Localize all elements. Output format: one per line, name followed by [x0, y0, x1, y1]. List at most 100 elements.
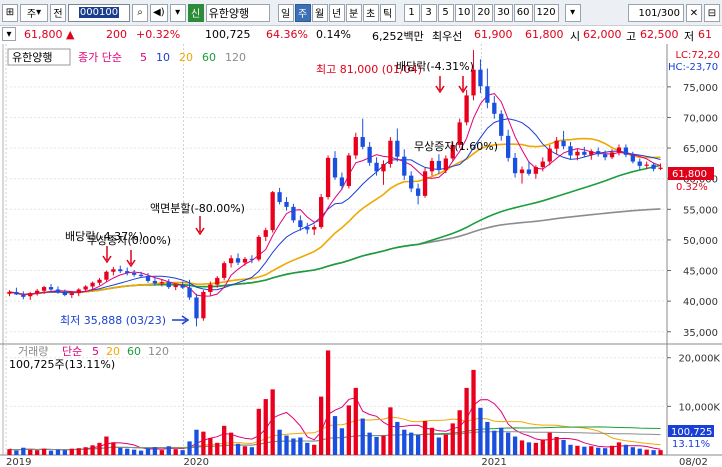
candle-body	[540, 161, 545, 168]
speaker-icon[interactable]: ◀)	[150, 3, 168, 22]
legend-ma-period: 120	[225, 51, 246, 64]
candle-body	[658, 167, 663, 169]
volume-value-text: 100,725주(13.11%)	[9, 358, 115, 371]
zoom-in-icon[interactable]: ✕	[686, 4, 702, 22]
jeon-button[interactable]: 전	[50, 3, 66, 22]
interval-dropdown[interactable]: ▾	[564, 3, 581, 22]
search-icon[interactable]: ⌕	[132, 3, 148, 22]
candle-body	[471, 69, 476, 96]
date-tick-label: 08/02	[679, 457, 708, 467]
volume-legend-ma-period: 20	[106, 345, 120, 358]
volume-bar	[194, 429, 199, 455]
legend-ma-label: 종가 단순	[78, 51, 122, 64]
annotation-low: 최저 35,888 (03/23)	[60, 314, 166, 327]
candle-body	[519, 169, 525, 174]
candle-body	[596, 151, 601, 155]
lc-label: LC:72,20	[675, 50, 720, 61]
volume-bar	[35, 450, 40, 455]
interval-buttons: 1 3 5 10 20 30 60 120	[403, 3, 559, 22]
interval-button-3[interactable]: 3	[420, 3, 437, 22]
period-tab-분[interactable]: 분	[345, 3, 362, 22]
candle-body	[131, 272, 137, 275]
volume-bar	[256, 408, 261, 455]
candle-body	[616, 147, 622, 153]
sin-badge: 신	[187, 3, 204, 22]
candle-body	[561, 140, 566, 147]
interval-button-60[interactable]: 60	[513, 3, 533, 22]
annotation-dividend-top: 배당락(-4.31%)	[396, 60, 474, 73]
candle-body	[41, 287, 47, 291]
volume-bar	[325, 350, 331, 455]
candle-body	[637, 161, 642, 166]
interval-button-10[interactable]: 10	[454, 3, 474, 22]
volume-bar	[436, 437, 442, 455]
price-change-pct: +0.32%	[136, 28, 181, 41]
volume-bar	[395, 421, 400, 455]
volume-bar	[388, 407, 393, 455]
interval-button-20[interactable]: 20	[474, 3, 494, 22]
period-tab-초[interactable]: 초	[362, 3, 379, 22]
volume-bar	[533, 442, 539, 455]
volume-bar	[499, 427, 504, 455]
candle-body	[48, 287, 54, 290]
candle-body	[35, 290, 40, 294]
interval-button-30[interactable]: 30	[494, 3, 513, 22]
candle-body	[7, 291, 12, 294]
volume-bar	[277, 429, 282, 455]
candle-body	[395, 140, 400, 157]
current-price-tag-text: 61,800	[672, 169, 707, 180]
volume-bar	[506, 432, 511, 455]
volume-bar	[97, 442, 102, 455]
volume-bar	[298, 437, 303, 455]
volume-bar	[201, 431, 206, 455]
candle-body	[339, 177, 345, 187]
page-count-field[interactable]: 101/300	[628, 4, 684, 22]
volume-bar	[443, 434, 448, 455]
candle-body	[644, 164, 649, 166]
zoom-out-icon[interactable]: ⊟	[704, 4, 720, 22]
period-tab-월[interactable]: 월	[311, 3, 328, 22]
candle-body	[492, 102, 497, 114]
volume-bar	[180, 450, 185, 455]
volume-bar	[360, 418, 365, 455]
volume-bar	[7, 449, 12, 455]
period-tab-년[interactable]: 년	[328, 3, 345, 22]
candle-body	[69, 293, 74, 296]
volume-bar	[616, 442, 622, 455]
quote-toggle-icon[interactable]: ▾	[2, 27, 16, 41]
stock-name-field[interactable]: 유한양행	[205, 3, 270, 22]
legend-ma-period: 5	[140, 51, 147, 64]
volume-bar	[658, 450, 663, 455]
volume-bar	[222, 425, 227, 455]
candle-body	[118, 269, 123, 272]
stock-code-input[interactable]: 000100	[68, 3, 130, 22]
volume-bar	[159, 450, 164, 455]
candle-body	[263, 230, 268, 237]
candle-body	[104, 271, 109, 280]
candle-body	[166, 282, 171, 288]
volume-bar	[270, 389, 275, 455]
chart-window-icon[interactable]: ⊞	[2, 3, 18, 22]
period-tab-틱[interactable]: 틱	[379, 3, 396, 22]
price-tick-label: 75,000	[683, 83, 718, 94]
interval-button-5[interactable]: 5	[437, 3, 454, 22]
candle-body	[602, 154, 608, 158]
stock-chart[interactable]: 35,00040,00045,00050,00055,00060,00065,0…	[0, 44, 722, 467]
market-select[interactable]: 주 ▾	[20, 3, 48, 22]
candle-body	[429, 160, 435, 172]
stock-dropdown[interactable]: ▾	[169, 3, 186, 22]
volume-bar	[568, 444, 573, 455]
interval-button-1[interactable]: 1	[403, 3, 420, 22]
volume-bar	[381, 435, 386, 455]
best-bid: 61,900	[474, 28, 513, 41]
candle-body	[277, 192, 282, 202]
candle-body	[589, 151, 594, 155]
candle-body	[284, 201, 289, 207]
period-tab-주[interactable]: 주	[294, 3, 311, 22]
candle-body	[499, 113, 504, 136]
turnover-rate: 0.14%	[316, 28, 351, 41]
interval-button-120[interactable]: 120	[533, 3, 559, 22]
candle-body	[402, 156, 407, 176]
candle-body	[464, 95, 469, 123]
period-tab-일[interactable]: 일	[277, 3, 294, 22]
